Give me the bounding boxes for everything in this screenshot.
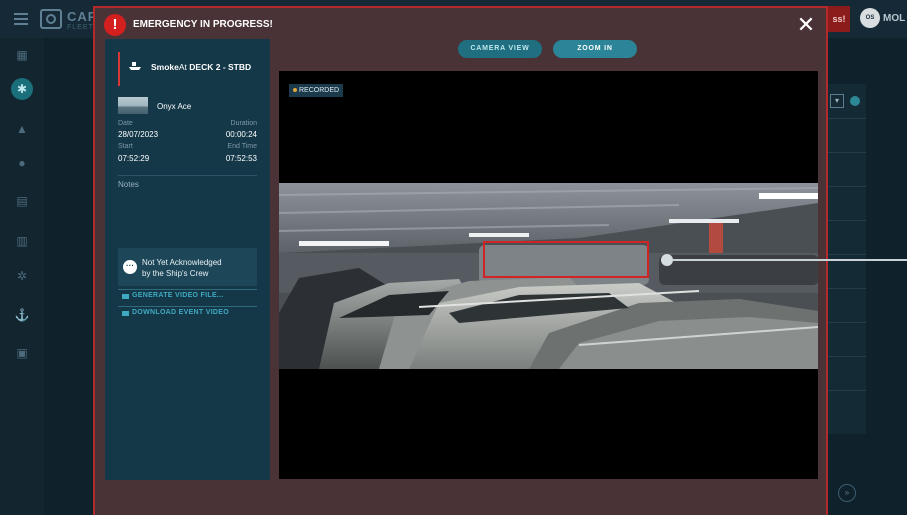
download-video-label: DOWNLOAD EVENT VIDEO: [132, 309, 230, 316]
ack-line-2: by the Ship's Crew: [142, 269, 209, 278]
start-value: 07:52:29: [118, 154, 150, 163]
next-page-icon[interactable]: »: [838, 484, 856, 502]
date-label: Date: [118, 120, 133, 127]
emergency-modal: ! EMERGENCY IN PROGRESS! ✕ SmokeAt DECK …: [93, 6, 907, 515]
more-icon: ···: [123, 260, 137, 274]
user-icon[interactable]: ▣: [13, 344, 31, 362]
video-camera-icon: [122, 311, 129, 316]
event-type: Smoke: [151, 62, 179, 72]
detection-leader-line: [673, 259, 907, 261]
hamburger-menu-icon[interactable]: [14, 13, 28, 25]
duration-value: 00:00:24: [225, 130, 257, 139]
ack-text: Not Yet Acknowledged by the Ship's Crew: [142, 257, 222, 279]
table-row-divider: [828, 254, 866, 255]
user-name[interactable]: MOL: [883, 13, 905, 24]
recorded-badge: RECORDED: [289, 84, 344, 97]
video-camera-icon: [122, 294, 129, 299]
event-location: DECK 2 - STBD: [189, 62, 252, 72]
table-row-divider: [828, 186, 866, 187]
camera-view-button[interactable]: CAMERA VIEW: [458, 40, 542, 58]
table-row-divider: [828, 152, 866, 153]
document-icon[interactable]: ▤: [13, 192, 31, 210]
alert-chip[interactable]: ss!: [828, 6, 850, 32]
ship-icon: [129, 62, 141, 70]
avatar[interactable]: OS: [860, 8, 880, 28]
table-row-divider: [828, 390, 866, 391]
ship-thumbnail: [118, 97, 148, 114]
info-icon[interactable]: ●: [13, 154, 31, 172]
ack-line-1: Not Yet Acknowledged: [142, 258, 222, 267]
ship-name: Onyx Ace: [157, 102, 192, 111]
event-at: At: [178, 62, 187, 72]
alarm-icon[interactable]: ✱: [11, 78, 33, 100]
acknowledgement-status: ··· Not Yet Acknowledged by the Ship's C…: [118, 248, 257, 286]
sidebar: ▦ ✱ ▲ ● ▤ ▥ ✲ ⚓ ▣: [0, 38, 44, 515]
start-label: Start: [118, 143, 133, 150]
end-time-value: 07:52:53: [225, 154, 257, 163]
modal-title: EMERGENCY IN PROGRESS!: [133, 19, 273, 30]
detection-box: [483, 241, 649, 278]
date-value: 28/07/2023: [118, 130, 159, 139]
app-logo-icon: [40, 9, 62, 29]
notes-label: Notes: [118, 180, 139, 189]
event-header: SmokeAt DECK 2 - STBD: [118, 52, 259, 86]
event-summary: SmokeAt DECK 2 - STBD: [151, 62, 251, 72]
event-info-panel: SmokeAt DECK 2 - STBD Onyx Ace Date Dura…: [105, 39, 270, 480]
end-time-label: End Time: [227, 143, 257, 150]
table-row-divider: [828, 288, 866, 289]
app-subtitle: FLEET: [67, 24, 94, 31]
alert-icon: !: [104, 14, 126, 36]
chart-icon[interactable]: ▥: [13, 232, 31, 250]
download-video-button[interactable]: DOWNLOAD EVENT VIDEO: [118, 306, 257, 321]
gear-icon[interactable]: ✲: [13, 267, 31, 285]
generate-video-label: GENERATE VIDEO FILE...: [132, 292, 224, 299]
divider: [118, 175, 257, 176]
table-row-divider: [828, 118, 866, 119]
close-button[interactable]: ✕: [796, 14, 816, 36]
table-row-divider: [828, 220, 866, 221]
table-row-divider: [828, 356, 866, 357]
video-player[interactable]: RECORDED: [279, 71, 907, 479]
recording-dot-icon: [293, 88, 297, 93]
duration-label: Duration: [230, 120, 257, 127]
table-row-divider: [828, 322, 866, 323]
status-dot: [850, 96, 860, 106]
ship-icon[interactable]: ⚓: [13, 306, 31, 324]
zoom-in-button[interactable]: ZOOM IN: [553, 40, 637, 58]
generate-video-button[interactable]: GENERATE VIDEO FILE...: [118, 289, 257, 304]
bell-icon[interactable]: ▲: [13, 120, 31, 138]
detection-marker: [661, 254, 673, 266]
grid-icon[interactable]: ▦: [13, 46, 31, 64]
recorded-label: RECORDED: [299, 87, 340, 94]
chevron-down-icon[interactable]: ▾: [830, 94, 844, 108]
